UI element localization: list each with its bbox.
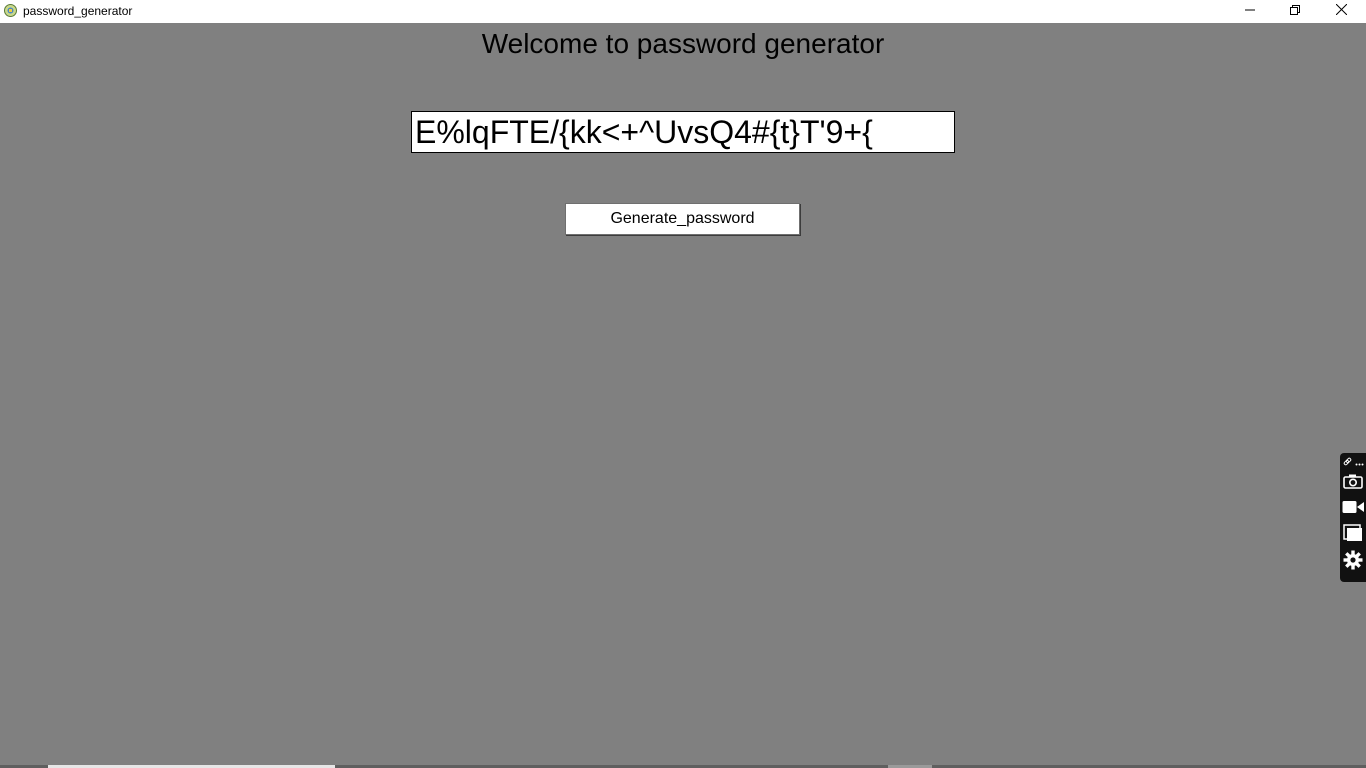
gear-icon <box>1343 550 1363 575</box>
window-icon <box>1343 523 1363 547</box>
capture-toolbar <box>1340 453 1366 582</box>
video-icon <box>1342 500 1364 519</box>
password-output-field[interactable] <box>411 111 955 153</box>
generate-password-button[interactable]: Generate_password <box>565 203 800 235</box>
more-icon[interactable] <box>1355 453 1364 471</box>
close-icon <box>1335 2 1347 20</box>
toolbar-top-row <box>1340 455 1366 469</box>
minimize-icon <box>1245 2 1255 20</box>
page-title: Welcome to password generator <box>481 28 885 59</box>
title-bar: password_generator <box>0 0 1366 23</box>
close-button[interactable] <box>1318 0 1364 22</box>
window-title: password_generator <box>23 4 133 18</box>
record-video-button[interactable] <box>1340 498 1366 520</box>
app-icon <box>4 4 17 17</box>
settings-button[interactable] <box>1340 550 1366 574</box>
camera-button[interactable] <box>1340 472 1366 494</box>
camera-icon <box>1343 473 1363 494</box>
link-icon[interactable] <box>1343 453 1352 471</box>
window-capture-button[interactable] <box>1340 523 1366 547</box>
app-window: Welcome to password generator Generate_p… <box>0 23 1366 768</box>
restore-icon <box>1290 2 1300 20</box>
minimize-button[interactable] <box>1227 0 1273 22</box>
restore-button[interactable] <box>1272 0 1318 22</box>
